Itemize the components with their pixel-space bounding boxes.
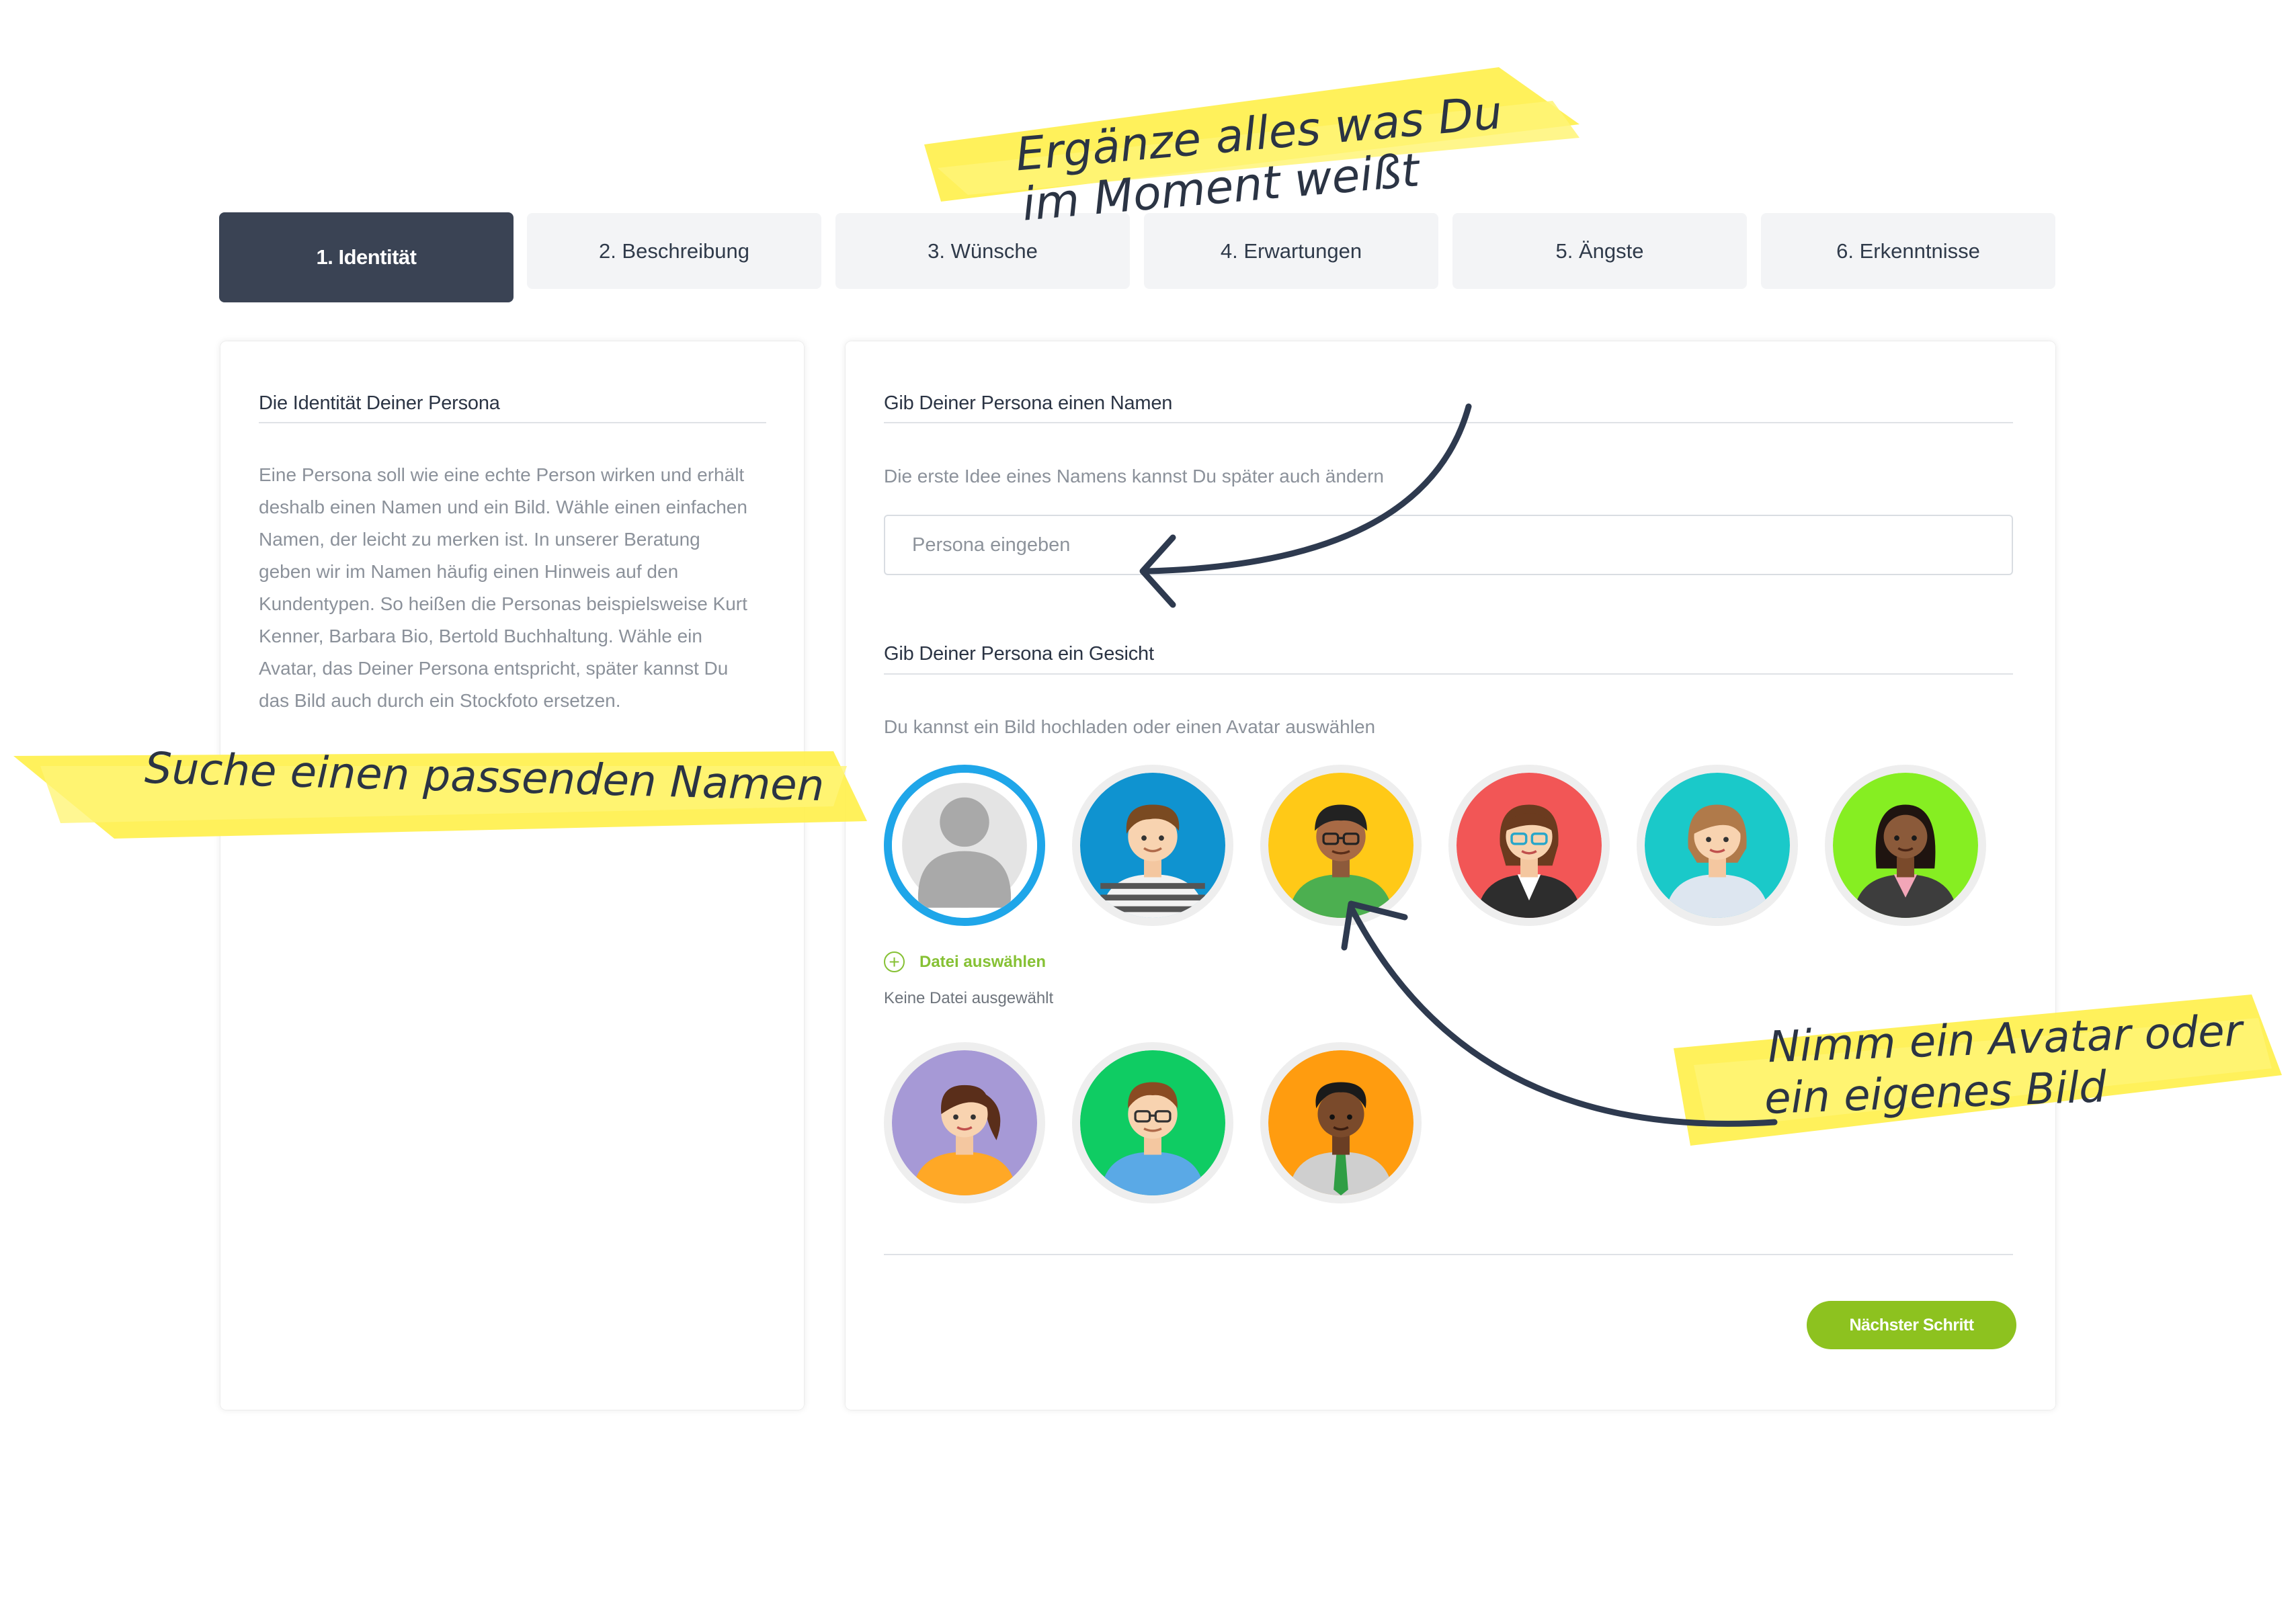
avatar-man-striped-shirt-icon: [1080, 773, 1225, 918]
avatar-man-glasses-blue-icon: [1080, 1050, 1225, 1195]
identity-info-text: Eine Persona soll wie eine echte Person …: [259, 464, 747, 711]
avatar-woman-blonde-icon: [1645, 773, 1790, 918]
avatar-woman-dark-hair-icon: [1833, 773, 1978, 918]
face-section-title: Gib Deiner Persona ein Gesicht: [884, 643, 1154, 665]
identity-form-panel: Gib Deiner Persona einen Namen Die erste…: [846, 341, 2055, 1410]
avatar-woman-glasses-blazer[interactable]: [1448, 765, 1610, 926]
face-hint: Du kannst ein Bild hochladen oder einen …: [884, 716, 1376, 737]
user-silhouette-icon: [892, 773, 1037, 918]
tab-label: 3. Wünsche: [928, 239, 1038, 263]
tab-label: 2. Beschreibung: [598, 239, 750, 263]
divider: [884, 1254, 2013, 1255]
avatar-man-tie[interactable]: [1260, 1042, 1422, 1203]
step-tabs: 1. Identität 2. Beschreibung 3. Wünsche …: [0, 0, 2296, 309]
tab-erkenntnisse[interactable]: 6. Erkenntnisse: [1761, 213, 2055, 289]
avatar-man-tie-icon: [1268, 1050, 1413, 1195]
avatar-woman-blonde[interactable]: [1637, 765, 1798, 926]
tab-identitaet[interactable]: 1. Identität: [219, 212, 514, 302]
tab-label: 4. Erwartungen: [1220, 239, 1362, 263]
avatar-man-striped-shirt[interactable]: [1072, 765, 1233, 926]
name-hint: Die erste Idee eines Namens kannst Du sp…: [884, 466, 1384, 486]
file-select-label: Datei auswählen: [919, 952, 1047, 971]
avatar-woman-ponytail-icon: [892, 1050, 1037, 1195]
add-circle-icon: +: [884, 951, 905, 972]
avatar-man-glasses-blue[interactable]: [1072, 1042, 1233, 1203]
identity-info-title: Die Identität Deiner Persona: [259, 392, 500, 414]
avatar-man-glasses-green-icon: [1268, 773, 1413, 918]
divider: [884, 673, 2013, 675]
avatar-woman-ponytail[interactable]: [884, 1042, 1045, 1203]
tab-aengste[interactable]: 5. Ängste: [1452, 213, 1747, 289]
next-step-button[interactable]: Nächster Schritt: [1807, 1301, 2016, 1349]
tab-wuensche[interactable]: 3. Wünsche: [835, 213, 1130, 289]
avatar-woman-dark-hair[interactable]: [1825, 765, 1986, 926]
name-section-title: Gib Deiner Persona einen Namen: [884, 392, 1173, 414]
file-status-text: Keine Datei ausgewählt: [884, 989, 1054, 1007]
tab-beschreibung[interactable]: 2. Beschreibung: [527, 213, 821, 289]
persona-name-input[interactable]: [884, 515, 2013, 575]
tab-label: 6. Erkenntnisse: [1836, 239, 1980, 263]
tab-label: 5. Ängste: [1555, 239, 1644, 263]
tab-erwartungen[interactable]: 4. Erwartungen: [1144, 213, 1438, 289]
avatar-woman-glasses-blazer-icon: [1457, 773, 1602, 918]
divider: [884, 422, 2013, 423]
avatar-man-glasses-green[interactable]: [1260, 765, 1422, 926]
tab-label: 1. Identität: [316, 245, 417, 269]
divider: [259, 422, 766, 423]
file-select-button[interactable]: + Datei auswählen: [884, 951, 1046, 972]
placeholder-avatar[interactable]: [884, 765, 1045, 926]
identity-info-panel: Die Identität Deiner Persona Eine Person…: [220, 341, 804, 1410]
